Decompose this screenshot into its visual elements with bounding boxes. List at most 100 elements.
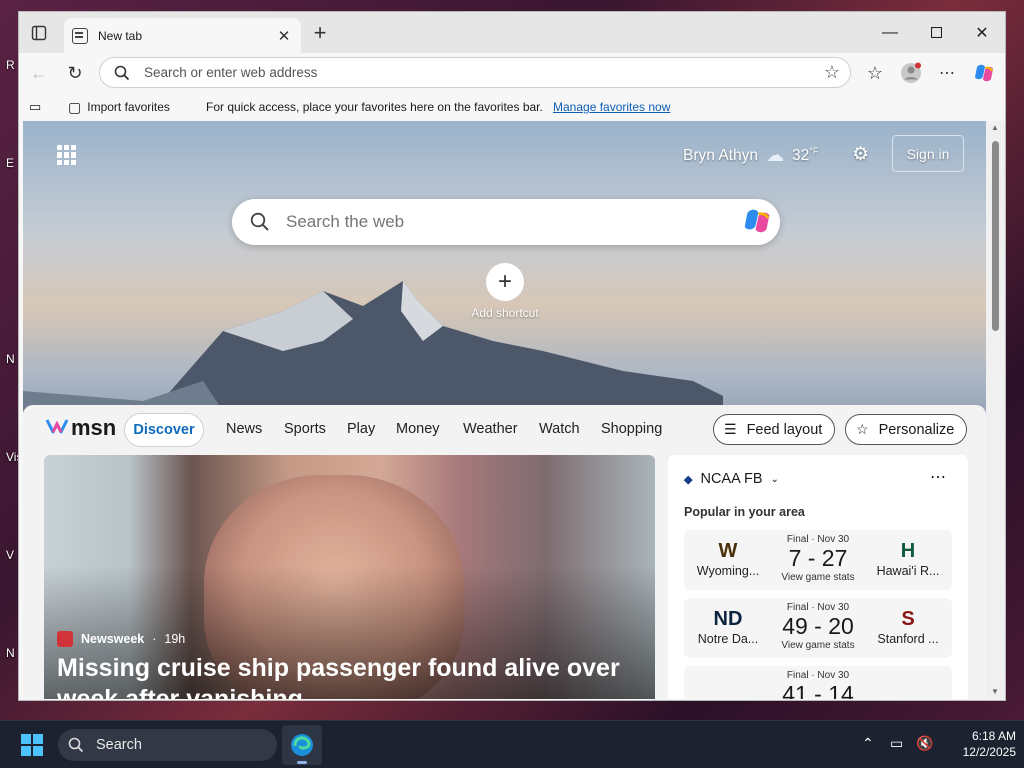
search-icon xyxy=(114,65,130,80)
close-window-icon[interactable]: ✕ xyxy=(959,12,1005,53)
folder-icon: ▢ xyxy=(68,98,82,115)
new-tab-plus-icon[interactable]: + xyxy=(305,18,335,48)
ncaa-logo-icon: ◆ xyxy=(684,473,693,486)
tab-shopping[interactable]: Shopping xyxy=(601,421,662,437)
personalize-label: Personalize xyxy=(878,421,955,438)
personalize-button[interactable]: ☆ Personalize xyxy=(845,414,968,445)
hero-source: Newsweek · 19h xyxy=(57,631,185,647)
feed-layout-button[interactable]: ☰ Feed layout xyxy=(713,414,836,445)
weather-widget[interactable]: Bryn Athyn ☁ 32°F xyxy=(683,145,818,166)
start-windows-icon[interactable] xyxy=(21,734,43,756)
scroll-up-icon[interactable]: ▲ xyxy=(991,123,999,132)
profile-avatar[interactable] xyxy=(895,57,927,89)
sign-in-button[interactable]: Sign in xyxy=(892,135,964,172)
search-icon xyxy=(250,212,269,231)
tab-play[interactable]: Play xyxy=(347,421,375,437)
copilot-search-icon[interactable] xyxy=(742,206,772,239)
hero-age: 19h xyxy=(164,632,186,646)
desktop-icon-label[interactable]: E xyxy=(6,156,14,170)
maximize-icon[interactable] xyxy=(913,12,959,53)
web-search-box[interactable] xyxy=(232,199,780,245)
desktop-icon-label[interactable]: N xyxy=(6,646,15,660)
taskbar-search-box[interactable]: Search xyxy=(58,729,277,761)
tab-title: New tab xyxy=(98,28,143,43)
msn-feed: msn Discover News Sports Play Money Weat… xyxy=(23,405,986,699)
volume-muted-icon[interactable]: 🔇 xyxy=(916,735,933,752)
favorites-icon[interactable]: ☆ xyxy=(859,57,891,89)
minimize-icon[interactable]: — xyxy=(867,12,913,53)
newtab-favicon-icon xyxy=(72,27,88,44)
close-tab-icon[interactable]: ✕ xyxy=(275,27,293,45)
mountain-background xyxy=(23,281,723,411)
tab-weather[interactable]: Weather xyxy=(463,421,518,437)
game-row[interactable]: Final · Nov 30 41 - 14 xyxy=(684,666,952,699)
hero-source-name: Newsweek xyxy=(81,632,145,646)
network-icon[interactable]: ▭ xyxy=(890,735,903,752)
view-game-stats-link[interactable]: View game stats xyxy=(774,640,862,651)
tab-watch[interactable]: Watch xyxy=(539,421,580,437)
add-shortcut-label: Add shortcut xyxy=(471,306,539,320)
hero-headline[interactable]: Missing cruise ship passenger found aliv… xyxy=(57,653,647,699)
league-selector[interactable]: ◆ NCAA FB ⌄ xyxy=(684,471,779,487)
import-favorites-label: Import favorites xyxy=(87,100,170,114)
game-row[interactable]: W Wyoming... Final · Nov 30 7 - 27 View g… xyxy=(684,530,952,590)
scroll-down-icon[interactable]: ▼ xyxy=(991,687,999,696)
manage-favorites-link[interactable]: Manage favorites now xyxy=(553,100,670,114)
desktop-icon-label[interactable]: N xyxy=(6,352,15,366)
league-name: NCAA FB xyxy=(700,471,763,487)
tab-news[interactable]: News xyxy=(226,421,262,437)
favorites-bar-toggle-icon[interactable]: ▭ xyxy=(29,99,41,115)
cloud-icon: ☁ xyxy=(765,145,784,165)
desktop-icon-label[interactable]: V xyxy=(6,548,14,562)
browser-toolbar: ← ↻ Search or enter web address ☆ ☆ ⋯ xyxy=(19,53,1005,93)
stanford-logo-icon: S xyxy=(901,608,915,630)
tab-money[interactable]: Money xyxy=(396,421,440,437)
refresh-icon[interactable]: ↻ xyxy=(59,57,91,89)
clock[interactable]: 6:18 AM 12/2/2025 xyxy=(940,728,1016,760)
desktop-icon-label[interactable]: R xyxy=(6,58,15,72)
taskbar: Search ⌃ ▭ 🔇 6:18 AM 12/2/2025 xyxy=(0,720,1024,768)
tab-sports[interactable]: Sports xyxy=(284,421,326,437)
chevron-down-icon: ⌄ xyxy=(770,473,779,485)
favorite-star-icon[interactable]: ☆ xyxy=(824,62,840,83)
msn-logo[interactable]: msn xyxy=(45,415,116,441)
team-home: S Stanford ... xyxy=(868,606,948,646)
settings-gear-icon[interactable]: ⚙ xyxy=(852,143,869,166)
new-tab-page: Bryn Athyn ☁ 32°F ⚙ Sign in + Add shortc… xyxy=(23,121,986,699)
tab-strip: New tab ✕ + — ✕ xyxy=(19,12,1005,53)
page-scrollbar[interactable]: ▲ ▼ xyxy=(986,121,1005,699)
notre-dame-logo-icon: ND xyxy=(713,608,743,630)
add-shortcut-plus-icon[interactable]: + xyxy=(486,263,524,301)
back-arrow-icon[interactable]: ← xyxy=(23,57,55,89)
personalize-star-icon: ☆ xyxy=(856,421,869,437)
more-options-icon[interactable]: ⋯ xyxy=(931,57,963,89)
game-score: 41 - 14 xyxy=(782,681,854,699)
tab-discover[interactable]: Discover xyxy=(124,413,204,447)
tab-new-tab[interactable]: New tab ✕ xyxy=(64,18,301,53)
favorites-bar-message: For quick access, place your favorites h… xyxy=(206,100,543,114)
clock-date: 12/2/2025 xyxy=(962,745,1016,759)
wyoming-logo-icon: W xyxy=(718,540,738,562)
hawaii-logo-icon: H xyxy=(900,540,916,562)
game-row[interactable]: ND Notre Da... Final · Nov 30 49 - 20 Vie… xyxy=(684,598,952,658)
sports-card: ◆ NCAA FB ⌄ ⋯ Popular in your area W Wyom… xyxy=(668,455,968,699)
view-game-stats-link[interactable]: View game stats xyxy=(774,572,862,583)
apps-grid-icon[interactable] xyxy=(57,145,77,165)
more-options-icon[interactable]: ⋯ xyxy=(930,467,946,487)
web-search-input[interactable] xyxy=(286,212,742,232)
tab-actions-icon[interactable] xyxy=(24,18,54,48)
team-away: ND Notre Da... xyxy=(688,606,768,646)
team-away: W Wyoming... xyxy=(688,538,768,578)
edge-taskbar-icon[interactable] xyxy=(282,725,322,765)
weather-temperature: 32°F xyxy=(791,145,819,165)
card-subtitle: Popular in your area xyxy=(684,505,805,519)
taskbar-search-label: Search xyxy=(96,737,142,753)
import-favorites-button[interactable]: ▢ Import favorites xyxy=(68,99,170,116)
hero-news-card[interactable]: Newsweek · 19h Missing cruise ship passe… xyxy=(44,455,655,699)
msn-brand: msn xyxy=(71,415,117,440)
show-hidden-icons-chevron-icon[interactable]: ⌃ xyxy=(862,735,874,752)
address-bar[interactable]: Search or enter web address ☆ xyxy=(99,57,851,88)
sliders-icon: ☰ xyxy=(724,421,737,437)
scrollbar-thumb[interactable] xyxy=(992,141,999,331)
copilot-icon[interactable] xyxy=(968,57,1000,89)
